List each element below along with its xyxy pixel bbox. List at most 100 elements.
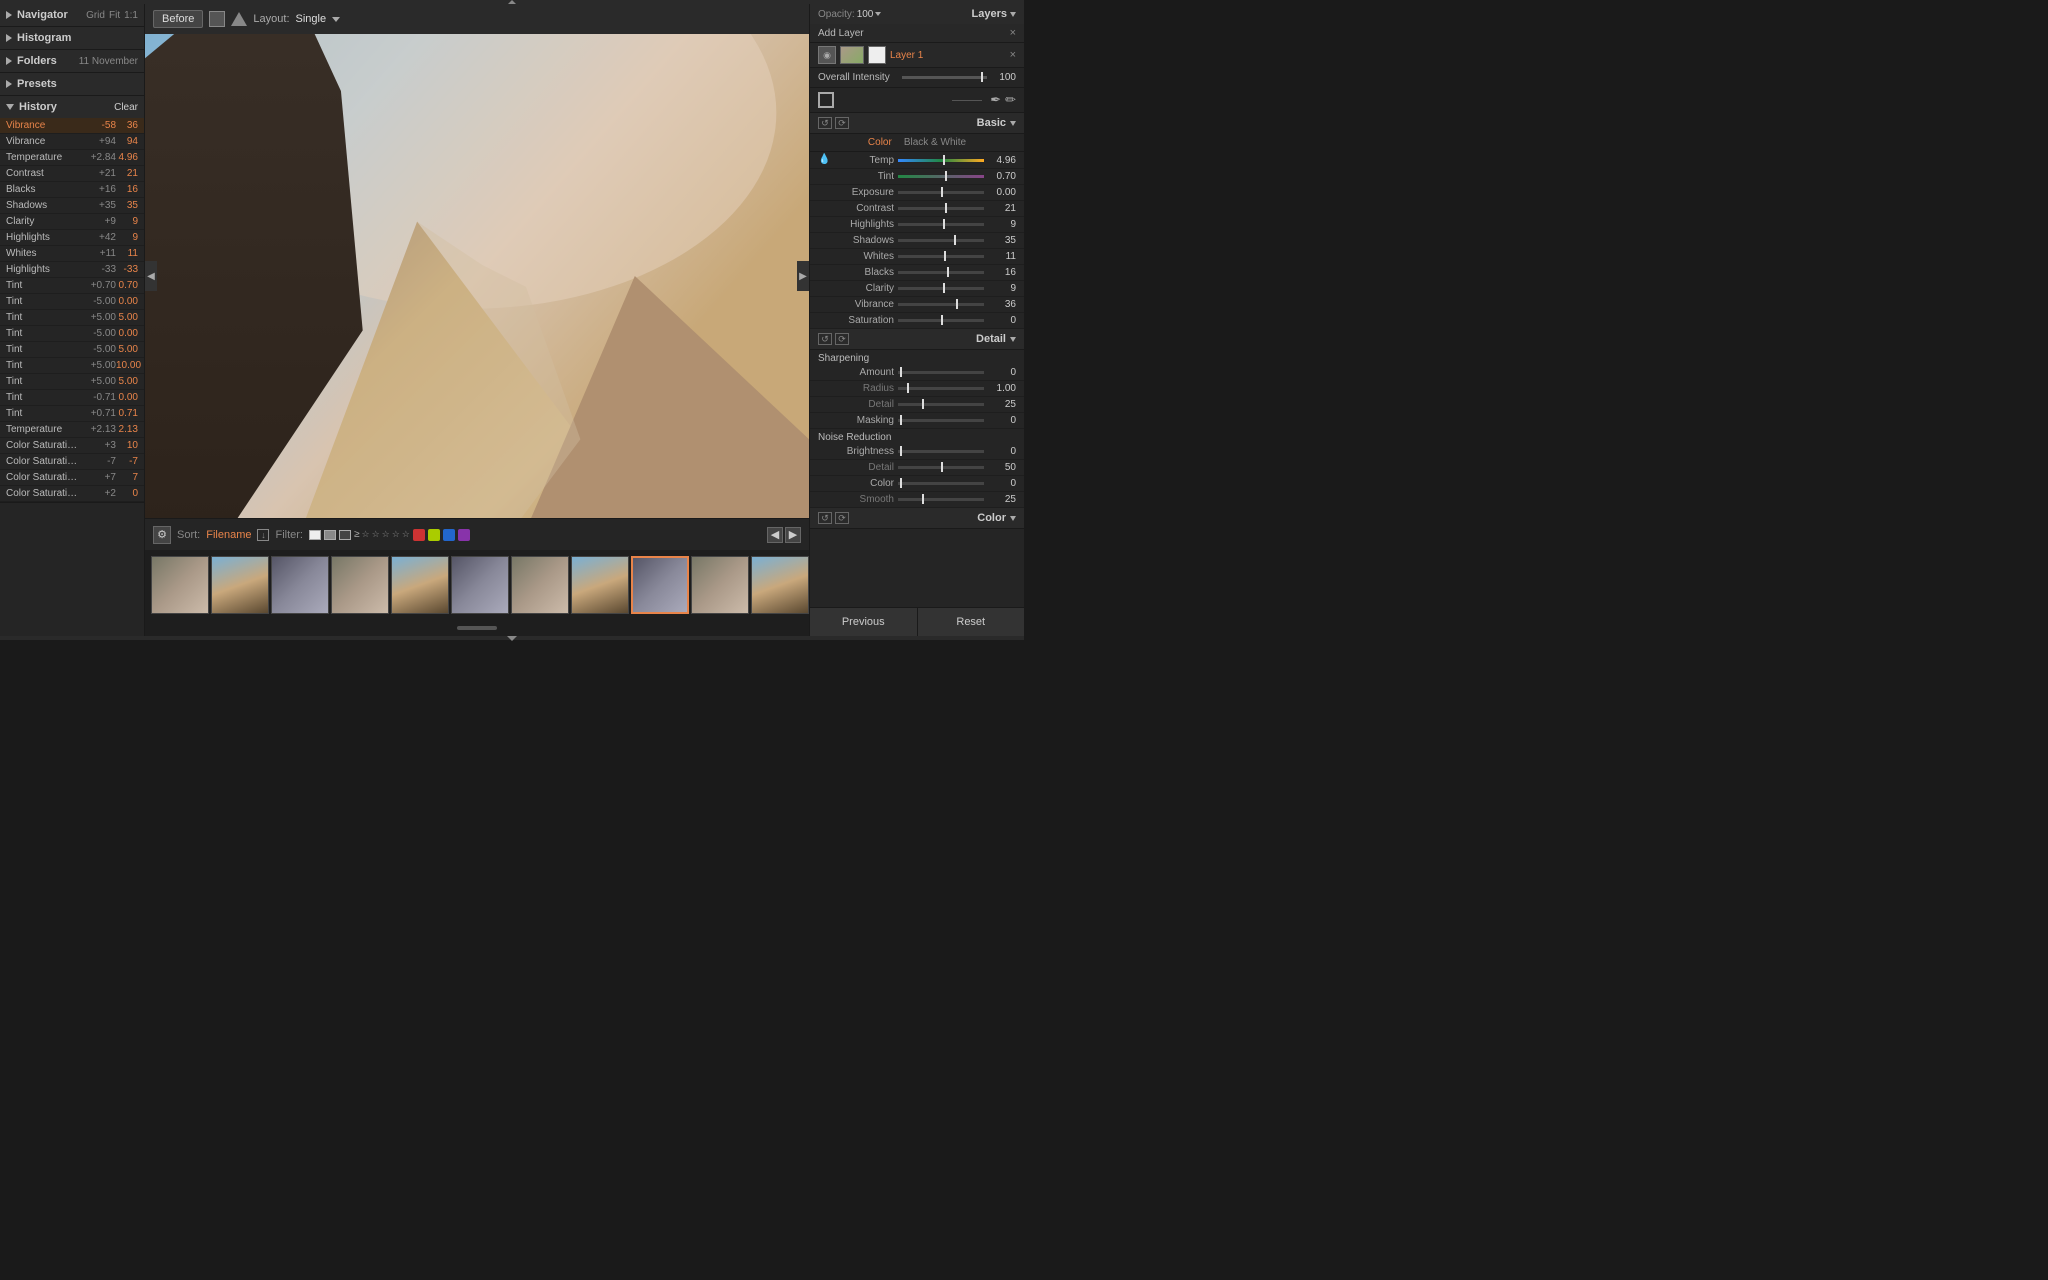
filmstrip-item[interactable]: [271, 556, 329, 614]
history-list-item[interactable]: Shadows+3535: [0, 198, 144, 214]
add-layer-close[interactable]: ×: [1010, 27, 1016, 39]
layer-name[interactable]: Layer 1: [890, 50, 1002, 61]
layer-visibility-icon[interactable]: ◉: [818, 46, 836, 64]
view-split-icon[interactable]: [231, 12, 247, 26]
histogram-header[interactable]: Histogram: [0, 27, 144, 49]
exposure-slider[interactable]: [898, 191, 984, 194]
layers-dropdown-arrow[interactable]: [1010, 12, 1016, 17]
filmstrip-item[interactable]: [631, 556, 689, 614]
color-reset-icon[interactable]: ↺: [818, 512, 832, 524]
color-green-filter[interactable]: [428, 529, 440, 541]
history-list-item[interactable]: Highlights-33-33: [0, 262, 144, 278]
history-list-item[interactable]: Color Saturation Sha...+77: [0, 470, 144, 486]
navigator-ratio[interactable]: 1:1: [124, 10, 138, 21]
filmstrip-item[interactable]: [751, 556, 809, 614]
gear-icon[interactable]: ⚙: [153, 526, 171, 544]
history-clear-button[interactable]: Clear: [114, 102, 138, 113]
filmstrip-item[interactable]: [451, 556, 509, 614]
history-list-item[interactable]: Color Saturation Sha...+310: [0, 438, 144, 454]
detail-reset-icon[interactable]: ↺: [818, 333, 832, 345]
temp-slider[interactable]: [898, 159, 984, 162]
flag-rejected-icon[interactable]: [339, 530, 351, 540]
color-blue-filter[interactable]: [443, 529, 455, 541]
left-panel-toggle[interactable]: ◀: [145, 261, 157, 291]
history-list-item[interactable]: Tint-0.710.00: [0, 390, 144, 406]
section-reset-icon[interactable]: ↺: [818, 117, 832, 129]
brightness-slider[interactable]: [898, 450, 984, 453]
intensity-slider[interactable]: [902, 76, 987, 79]
eyedropper-icon[interactable]: 💧: [818, 154, 830, 166]
history-list-item[interactable]: Color Saturation Hig...-7-7: [0, 454, 144, 470]
folders-header[interactable]: Folders 11 November: [0, 50, 144, 72]
detail-copy-icon[interactable]: ⟳: [835, 333, 849, 345]
star-1[interactable]: ☆: [361, 529, 369, 540]
smooth-slider[interactable]: [898, 498, 984, 501]
saturation-slider[interactable]: [898, 319, 984, 322]
brush-icon[interactable]: ✒: [990, 92, 1001, 108]
history-list-item[interactable]: Tint+5.0010.00: [0, 358, 144, 374]
history-list-item[interactable]: Tint+0.710.71: [0, 406, 144, 422]
clarity-slider[interactable]: [898, 287, 984, 290]
flag-gray-icon[interactable]: [324, 530, 336, 540]
reset-button[interactable]: Reset: [918, 608, 1025, 636]
color-purple-filter[interactable]: [458, 529, 470, 541]
history-list-item[interactable]: Blacks+1616: [0, 182, 144, 198]
sort-value[interactable]: Filename: [206, 529, 251, 541]
history-list-item[interactable]: Tint-5.000.00: [0, 294, 144, 310]
history-list-item[interactable]: Whites+1111: [0, 246, 144, 262]
color-noise-slider[interactable]: [898, 482, 984, 485]
history-list-item[interactable]: Color Saturation Midt...+20: [0, 486, 144, 502]
navigator-header[interactable]: Navigator Grid Fit 1:1: [0, 4, 144, 26]
history-list-item[interactable]: Vibrance-5836: [0, 118, 144, 134]
blacks-slider[interactable]: [898, 271, 984, 274]
detail-s-slider[interactable]: [898, 403, 984, 406]
navigator-grid[interactable]: Grid: [86, 10, 105, 21]
navigator-fit[interactable]: Fit: [109, 10, 120, 21]
radius-slider[interactable]: [898, 387, 984, 390]
crop-icon[interactable]: [818, 92, 834, 108]
history-header[interactable]: History Clear: [0, 96, 144, 118]
filmstrip-item[interactable]: [691, 556, 749, 614]
vibrance-slider[interactable]: [898, 303, 984, 306]
layout-value[interactable]: Single: [296, 13, 327, 25]
history-list-item[interactable]: Contrast+2121: [0, 166, 144, 182]
history-list-item[interactable]: Tint-5.005.00: [0, 342, 144, 358]
history-list-item[interactable]: Tint-5.000.00: [0, 326, 144, 342]
masking-slider[interactable]: [898, 419, 984, 422]
star-3[interactable]: ☆: [382, 529, 390, 540]
next-filmstrip-button[interactable]: ▶: [785, 527, 801, 543]
history-list-item[interactable]: Tint+5.005.00: [0, 310, 144, 326]
tint-slider[interactable]: [898, 175, 984, 178]
history-list-item[interactable]: Tint+0.700.70: [0, 278, 144, 294]
amount-slider[interactable]: [898, 371, 984, 374]
shadows-slider[interactable]: [898, 239, 984, 242]
bottom-arrow[interactable]: [507, 636, 517, 641]
whites-slider[interactable]: [898, 255, 984, 258]
presets-header[interactable]: Presets: [0, 73, 144, 95]
filmstrip-scrollbar[interactable]: [457, 626, 497, 630]
history-list-item[interactable]: Highlights+429: [0, 230, 144, 246]
history-list-item[interactable]: Temperature+2.132.13: [0, 422, 144, 438]
filmstrip-item[interactable]: [331, 556, 389, 614]
basic-section-header[interactable]: ↺ ⟳ Basic: [810, 113, 1024, 134]
detail-section-header[interactable]: ↺ ⟳ Detail: [810, 329, 1024, 350]
filmstrip-item[interactable]: [211, 556, 269, 614]
history-list-item[interactable]: Temperature+2.844.96: [0, 150, 144, 166]
filmstrip-item[interactable]: [571, 556, 629, 614]
highlights-slider[interactable]: [898, 223, 984, 226]
color-copy-icon[interactable]: ⟳: [835, 512, 849, 524]
color-red-filter[interactable]: [413, 529, 425, 541]
bw-tab[interactable]: Black & White: [904, 137, 966, 148]
layer-options-button[interactable]: ×: [1010, 49, 1016, 61]
filmstrip-item[interactable]: [151, 556, 209, 614]
star-5[interactable]: ☆: [402, 529, 410, 540]
history-list-item[interactable]: Vibrance+9494: [0, 134, 144, 150]
add-layer-button[interactable]: Add Layer: [818, 28, 1006, 39]
sort-direction-button[interactable]: ↓: [257, 529, 269, 541]
pen-icon[interactable]: ✏: [1005, 92, 1016, 108]
right-panel-toggle[interactable]: ▶: [797, 261, 809, 291]
star-4[interactable]: ☆: [392, 529, 400, 540]
prev-filmstrip-button[interactable]: ◀: [767, 527, 783, 543]
history-list-item[interactable]: Clarity+99: [0, 214, 144, 230]
opacity-value[interactable]: 100: [857, 9, 874, 20]
